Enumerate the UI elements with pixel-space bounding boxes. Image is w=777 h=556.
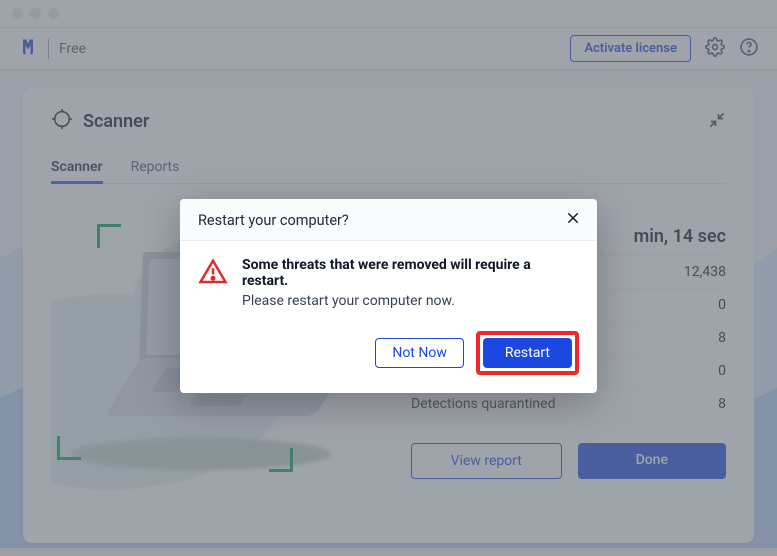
restart-highlight: Restart — [476, 331, 579, 375]
close-icon[interactable] — [565, 210, 581, 230]
modal-heading: Some threats that were removed will requ… — [242, 257, 579, 289]
modal-body-text: Please restart your computer now. — [242, 293, 579, 309]
restart-button[interactable]: Restart — [483, 338, 572, 368]
not-now-button[interactable]: Not Now — [375, 338, 464, 368]
warning-icon — [198, 257, 228, 291]
modal-title: Restart your computer? — [198, 212, 349, 229]
restart-modal: Restart your computer? Some threats that… — [180, 199, 597, 393]
